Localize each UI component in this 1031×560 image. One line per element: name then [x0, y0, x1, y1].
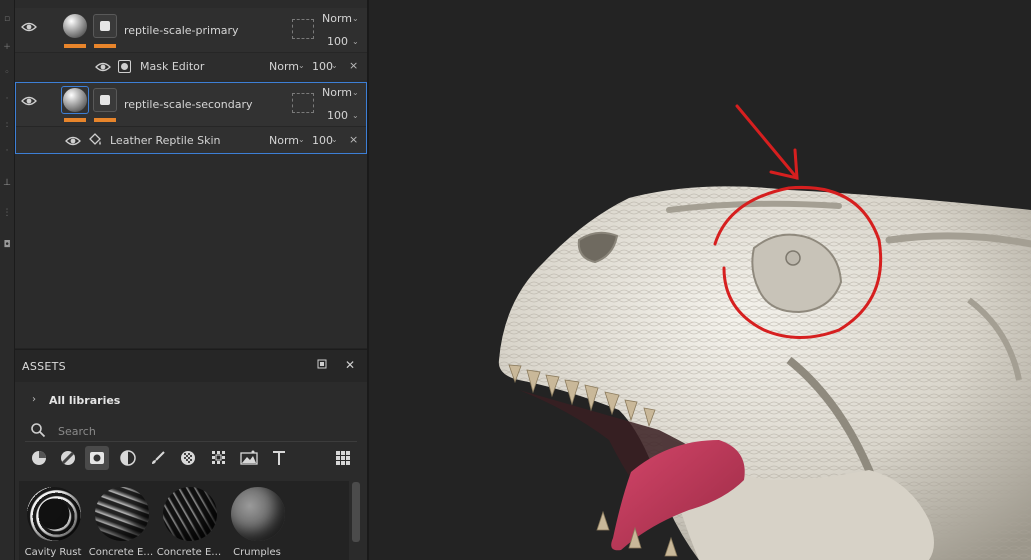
chevron-down-icon[interactable]: ⌄ — [352, 111, 359, 120]
blend-mode-dropdown[interactable]: Norm — [322, 12, 352, 25]
mask-color-marker — [94, 118, 116, 122]
grid-view-icon[interactable] — [331, 446, 355, 470]
asset-tile[interactable]: Concrete E… — [87, 487, 155, 560]
asset-preview — [163, 487, 217, 541]
tool-icon[interactable]: ⋮ — [2, 208, 12, 218]
asset-label: Concrete E… — [156, 547, 222, 558]
filter-smart-materials-icon[interactable] — [56, 446, 80, 470]
layers-panel: reptile-scale-primary Norm ⌄ 100 ⌄ Mask … — [15, 0, 367, 348]
layer-name[interactable]: reptile-scale-secondary — [124, 98, 253, 111]
asset-label: Concrete E… — [88, 547, 154, 558]
filter-procedurals-icon[interactable] — [116, 446, 140, 470]
search-bar — [25, 420, 357, 442]
filter-textures-icon[interactable] — [176, 446, 200, 470]
tool-icon[interactable]: ⊥ — [2, 178, 12, 188]
tool-strip: ▫ + ◦ · : · ⊥ ⋮ ◘ — [0, 0, 15, 560]
opacity-value[interactable]: 100 — [327, 109, 348, 122]
layer-name[interactable]: reptile-scale-primary — [124, 24, 239, 37]
chevron-down-icon[interactable]: ⌄ — [298, 61, 305, 70]
chevron-down-icon[interactable]: ⌄ — [352, 14, 359, 23]
chevron-down-icon[interactable]: ⌄ — [331, 135, 338, 144]
3d-viewport[interactable] — [369, 0, 1031, 560]
blend-mode-dropdown[interactable]: Norm — [322, 86, 352, 99]
filter-environments-icon[interactable] — [237, 446, 261, 470]
asset-grid-scrollbar[interactable] — [352, 482, 360, 542]
asset-label: Crumples — [233, 547, 281, 558]
layer-row-primary[interactable]: reptile-scale-primary Norm ⌄ 100 ⌄ — [15, 8, 367, 52]
asset-label: Cavity Rust — [24, 547, 82, 558]
fill-layer-row[interactable]: Leather Reptile Skin Norm ⌄ 100 ⌄ × — [15, 126, 367, 154]
remove-effect-button[interactable]: × — [349, 59, 358, 72]
effect-name[interactable]: Leather Reptile Skin — [110, 134, 220, 147]
undock-icon[interactable] — [315, 358, 329, 372]
blend-mode-dropdown[interactable]: Norm — [269, 60, 299, 73]
tool-icon[interactable]: · — [2, 146, 12, 156]
asset-tile[interactable]: Concrete E… — [155, 487, 223, 560]
tool-icon[interactable]: · — [2, 94, 12, 104]
layer-mask-thumbnail[interactable] — [93, 88, 117, 112]
dinosaur-head-model[interactable] — [369, 0, 1031, 560]
opacity-value[interactable]: 100 — [327, 35, 348, 48]
blend-mode-dropdown[interactable]: Norm — [269, 134, 299, 147]
asset-preview — [95, 487, 149, 541]
filter-alphas-icon[interactable] — [207, 446, 231, 470]
search-input[interactable] — [58, 423, 348, 439]
asset-tile[interactable]: Cavity Rust — [19, 487, 87, 560]
remove-effect-button[interactable]: × — [349, 133, 358, 146]
layer-group-placeholder — [292, 93, 314, 113]
close-icon[interactable]: ✕ — [343, 358, 357, 372]
visibility-eye-icon[interactable] — [21, 95, 37, 107]
visibility-eye-icon[interactable] — [21, 21, 37, 33]
filter-brushes-icon[interactable] — [146, 446, 170, 470]
filter-fonts-icon[interactable] — [267, 446, 291, 470]
chevron-down-icon[interactable]: ⌄ — [331, 61, 338, 70]
layer-material-thumbnail[interactable] — [63, 88, 87, 112]
material-color-marker — [64, 44, 86, 48]
asset-grid: Cavity Rust Concrete E… Concrete E… Crum… — [19, 481, 349, 560]
fill-bucket-icon — [89, 133, 101, 145]
layer-group-placeholder — [292, 19, 314, 39]
asset-tile[interactable]: Crumples — [223, 487, 291, 560]
chevron-right-icon[interactable]: › — [32, 394, 36, 405]
mask-effect-icon — [118, 60, 131, 73]
panel-title: ASSETS — [22, 360, 66, 373]
layer-mask-thumbnail[interactable] — [93, 14, 117, 38]
asset-filter-bar — [25, 446, 357, 470]
chevron-down-icon[interactable]: ⌄ — [298, 135, 305, 144]
visibility-eye-icon[interactable] — [65, 135, 81, 147]
layer-row-secondary[interactable]: reptile-scale-secondary Norm ⌄ 100 ⌄ — [15, 82, 367, 126]
tool-icon[interactable]: ▫ — [2, 14, 12, 24]
asset-preview — [27, 487, 81, 541]
tool-icon[interactable]: ◘ — [2, 240, 12, 250]
asset-preview — [231, 487, 285, 541]
search-icon — [31, 423, 46, 438]
tool-icon[interactable]: + — [2, 42, 12, 52]
mask-editor-row[interactable]: Mask Editor Norm ⌄ 100 ⌄ × — [15, 52, 367, 80]
annotation-arrow-shaft — [735, 104, 799, 180]
chevron-down-icon[interactable]: ⌄ — [352, 37, 359, 46]
chevron-down-icon[interactable]: ⌄ — [352, 88, 359, 97]
assets-header: ASSETS ✕ — [15, 350, 367, 382]
filter-masks-icon[interactable] — [85, 446, 109, 470]
material-color-marker — [64, 118, 86, 122]
visibility-eye-icon[interactable] — [95, 61, 111, 73]
opacity-value[interactable]: 100 — [312, 134, 333, 147]
effect-name[interactable]: Mask Editor — [140, 60, 204, 73]
library-selector[interactable]: All libraries — [49, 394, 120, 407]
tool-icon[interactable]: ◦ — [2, 68, 12, 78]
layer-material-thumbnail[interactable] — [63, 14, 87, 38]
filter-all-materials-icon[interactable] — [27, 446, 51, 470]
opacity-value[interactable]: 100 — [312, 60, 333, 73]
tool-icon[interactable]: : — [2, 120, 12, 130]
assets-panel: ASSETS ✕ › All libraries Search Cavity R… — [15, 349, 367, 560]
mask-color-marker — [94, 44, 116, 48]
